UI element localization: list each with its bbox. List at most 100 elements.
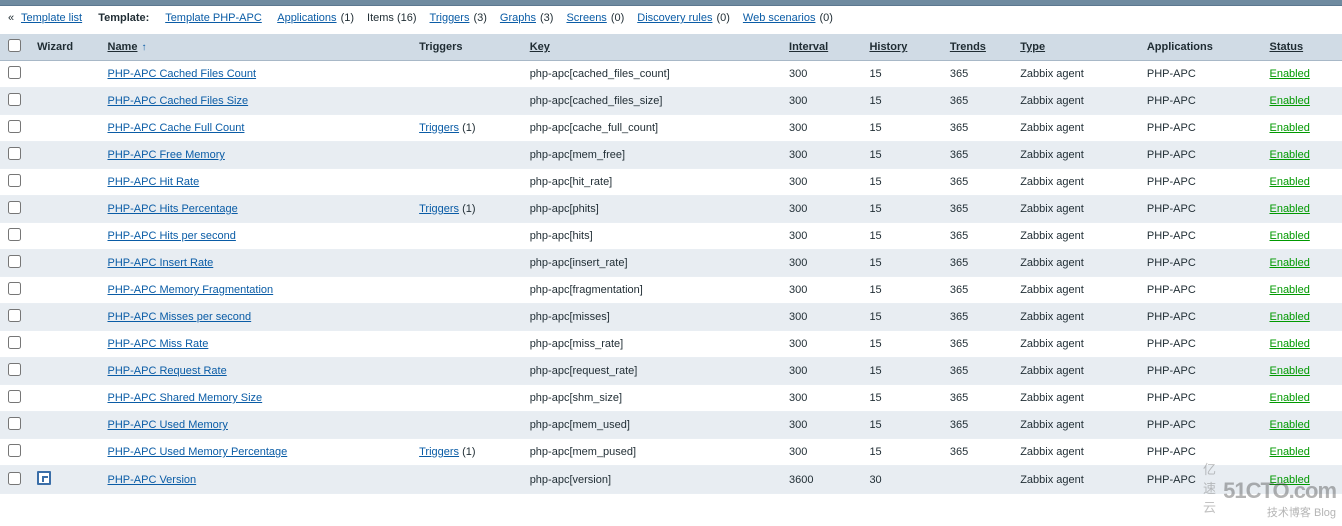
cell-key: php-apc[insert_rate]	[522, 250, 781, 277]
cell-apps: PHP-APC	[1139, 142, 1262, 169]
item-name-link[interactable]: PHP-APC Request Rate	[108, 365, 227, 377]
cell-trends: 365	[942, 223, 1012, 250]
item-name-link[interactable]: PHP-APC Insert Rate	[108, 257, 214, 269]
status-link[interactable]: Enabled	[1269, 149, 1309, 161]
header-key-link[interactable]: Key	[530, 41, 550, 53]
breadcrumb-link[interactable]: Applications	[277, 12, 336, 24]
breadcrumb-link[interactable]: Graphs	[500, 12, 536, 24]
cell-history: 15	[861, 169, 941, 196]
row-checkbox[interactable]	[8, 390, 21, 403]
header-name-link[interactable]: Name	[108, 41, 138, 53]
status-link[interactable]: Enabled	[1269, 176, 1309, 188]
item-name-link[interactable]: PHP-APC Used Memory Percentage	[108, 446, 288, 458]
row-checkbox[interactable]	[8, 174, 21, 187]
table-row: PHP-APC Hit Ratephp-apc[hit_rate]3001536…	[0, 169, 1342, 196]
row-checkbox[interactable]	[8, 147, 21, 160]
cell-interval: 300	[781, 412, 861, 439]
status-link[interactable]: Enabled	[1269, 68, 1309, 80]
item-name-link[interactable]: PHP-APC Version	[108, 474, 197, 486]
cell-history: 15	[861, 385, 941, 412]
cell-key: php-apc[cache_full_count]	[522, 115, 781, 142]
triggers-link[interactable]: Triggers	[419, 446, 459, 458]
cell-history: 15	[861, 331, 941, 358]
status-link[interactable]: Enabled	[1269, 203, 1309, 215]
row-checkbox[interactable]	[8, 120, 21, 133]
breadcrumb-count: (1)	[341, 12, 354, 24]
item-name-link[interactable]: PHP-APC Shared Memory Size	[108, 392, 263, 404]
cell-key: php-apc[request_rate]	[522, 358, 781, 385]
template-name-link[interactable]: Template PHP-APC	[165, 12, 262, 24]
header-type[interactable]: Type	[1012, 34, 1139, 61]
status-link[interactable]: Enabled	[1269, 338, 1309, 350]
cell-key: php-apc[cached_files_count]	[522, 61, 781, 88]
triggers-link[interactable]: Triggers	[419, 203, 459, 215]
status-link[interactable]: Enabled	[1269, 365, 1309, 377]
header-key[interactable]: Key	[522, 34, 781, 61]
cell-history: 15	[861, 196, 941, 223]
breadcrumb-link[interactable]: Discovery rules	[637, 12, 712, 24]
template-label: Template:	[98, 12, 149, 24]
row-checkbox[interactable]	[8, 93, 21, 106]
breadcrumb-count: (3)	[540, 12, 553, 24]
status-link[interactable]: Enabled	[1269, 419, 1309, 431]
cell-apps: PHP-APC	[1139, 88, 1262, 115]
cell-type: Zabbix agent	[1012, 277, 1139, 304]
row-checkbox[interactable]	[8, 309, 21, 322]
header-type-link[interactable]: Type	[1020, 41, 1045, 53]
row-checkbox[interactable]	[8, 444, 21, 457]
select-all-checkbox[interactable]	[8, 39, 21, 52]
cell-apps: PHP-APC	[1139, 169, 1262, 196]
row-checkbox[interactable]	[8, 201, 21, 214]
status-link[interactable]: Enabled	[1269, 392, 1309, 404]
item-name-link[interactable]: PHP-APC Cache Full Count	[108, 122, 245, 134]
status-link[interactable]: Enabled	[1269, 474, 1309, 486]
cell-type: Zabbix agent	[1012, 61, 1139, 88]
item-name-link[interactable]: PHP-APC Hits per second	[108, 230, 236, 242]
status-link[interactable]: Enabled	[1269, 446, 1309, 458]
header-interval-link[interactable]: Interval	[789, 41, 828, 53]
cell-trends: 365	[942, 88, 1012, 115]
item-name-link[interactable]: PHP-APC Free Memory	[108, 149, 225, 161]
row-checkbox[interactable]	[8, 282, 21, 295]
item-name-link[interactable]: PHP-APC Cached Files Count	[108, 68, 257, 80]
breadcrumb-link[interactable]: Web scenarios	[743, 12, 816, 24]
status-link[interactable]: Enabled	[1269, 257, 1309, 269]
header-history-link[interactable]: History	[869, 41, 907, 53]
header-trends[interactable]: Trends	[942, 34, 1012, 61]
status-link[interactable]: Enabled	[1269, 284, 1309, 296]
header-status[interactable]: Status	[1261, 34, 1342, 61]
item-name-link[interactable]: PHP-APC Cached Files Size	[108, 95, 249, 107]
breadcrumb-link[interactable]: Triggers	[430, 12, 470, 24]
header-status-link[interactable]: Status	[1269, 41, 1303, 53]
item-name-link[interactable]: PHP-APC Memory Fragmentation	[108, 284, 274, 296]
row-checkbox[interactable]	[8, 228, 21, 241]
item-name-link[interactable]: PHP-APC Misses per second	[108, 311, 252, 323]
item-name-link[interactable]: PHP-APC Hits Percentage	[108, 203, 238, 215]
item-name-link[interactable]: PHP-APC Miss Rate	[108, 338, 209, 350]
header-interval[interactable]: Interval	[781, 34, 861, 61]
item-name-link[interactable]: PHP-APC Hit Rate	[108, 176, 200, 188]
template-list-link[interactable]: Template list	[21, 12, 82, 24]
cell-type: Zabbix agent	[1012, 223, 1139, 250]
header-trends-link[interactable]: Trends	[950, 41, 986, 53]
breadcrumb-count: (0)	[716, 12, 729, 24]
cell-interval: 300	[781, 304, 861, 331]
row-checkbox[interactable]	[8, 363, 21, 376]
status-link[interactable]: Enabled	[1269, 95, 1309, 107]
header-history[interactable]: History	[861, 34, 941, 61]
cell-history: 30	[861, 466, 941, 494]
triggers-link[interactable]: Triggers	[419, 122, 459, 134]
status-link[interactable]: Enabled	[1269, 122, 1309, 134]
row-checkbox[interactable]	[8, 417, 21, 430]
row-checkbox[interactable]	[8, 255, 21, 268]
status-link[interactable]: Enabled	[1269, 311, 1309, 323]
breadcrumb-link[interactable]: Screens	[566, 12, 606, 24]
wizard-icon[interactable]	[37, 471, 51, 485]
row-checkbox[interactable]	[8, 472, 21, 485]
cell-type: Zabbix agent	[1012, 142, 1139, 169]
item-name-link[interactable]: PHP-APC Used Memory	[108, 419, 228, 431]
status-link[interactable]: Enabled	[1269, 230, 1309, 242]
row-checkbox[interactable]	[8, 336, 21, 349]
header-name[interactable]: Name↑	[100, 34, 412, 61]
row-checkbox[interactable]	[8, 66, 21, 79]
